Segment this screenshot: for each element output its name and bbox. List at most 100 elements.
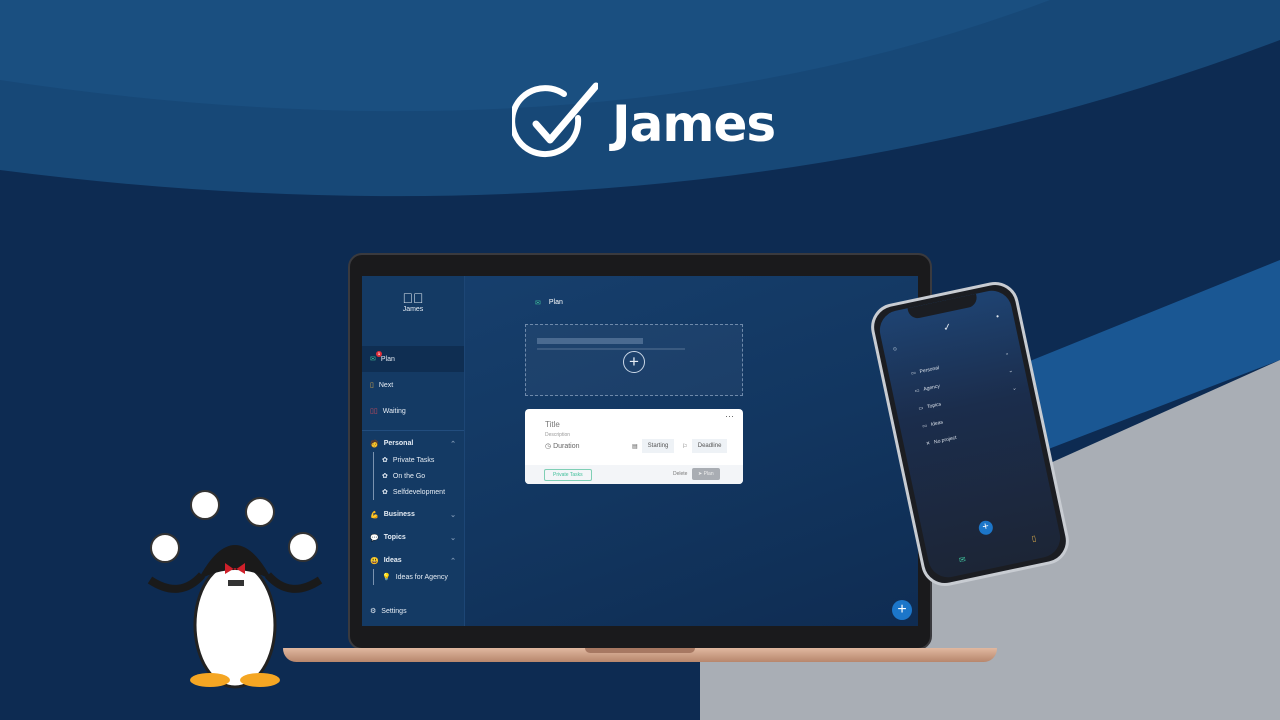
placeholder-bar	[537, 348, 685, 350]
project-private-tasks[interactable]: ✿ Private Tasks	[382, 452, 464, 468]
project-ideas-for-agency[interactable]: 💡 Ideas for Agency	[382, 569, 464, 585]
flag-icon: ⚐	[682, 443, 688, 450]
group-personal[interactable]: 🧑 Personal ⌃	[362, 435, 464, 452]
label: Ideas for Agency	[395, 573, 448, 581]
laptop-notch	[585, 648, 695, 653]
clipboard-icon[interactable]: ▯	[1031, 534, 1037, 544]
badge: 1	[376, 351, 382, 357]
laptop-screen: ✓⃝ James ✉ 1 Plan ▯ Next ▯▯ Waiting 🧑 Person…	[362, 276, 918, 626]
duration-field[interactable]: ◷ Duration	[545, 442, 580, 450]
main-panel: ✉ Plan + ··· Title Description ◷ Duration…	[465, 276, 918, 626]
sidebar-brand-name: James	[402, 306, 424, 313]
deadline-button[interactable]: Deadline	[691, 439, 728, 453]
add-icon[interactable]: +	[623, 351, 645, 373]
pause-icon: ▯▯	[370, 408, 378, 415]
sidebar-settings[interactable]: ⚙ Settings	[362, 598, 415, 624]
label: Waiting	[382, 407, 406, 415]
date-fields: ▤ Starting ⚐ Deadline	[632, 439, 728, 453]
gear-icon[interactable]: ⚙	[892, 346, 898, 353]
label: Selfdevelopment	[392, 488, 446, 496]
chevron-down-icon: ⌄	[450, 511, 456, 519]
group-business[interactable]: 💪 Business ⌄	[362, 506, 464, 523]
smiley-icon: 😃	[370, 557, 379, 565]
plan-button[interactable]: ➤ Plan	[692, 468, 720, 480]
add-button[interactable]: +	[892, 600, 912, 620]
title-field[interactable]: Title	[545, 420, 560, 429]
speech-bubble-icon: 💬	[370, 534, 379, 542]
card-footer: Private Tasks Delete ➤ Plan	[525, 465, 743, 484]
folder-icon: ▭	[910, 369, 917, 377]
project-tag[interactable]: Private Tasks	[544, 469, 592, 481]
chevron-down-icon: ⌄	[450, 534, 456, 542]
check-circle-icon	[512, 82, 598, 158]
label: Ideas	[930, 419, 944, 428]
group-topics[interactable]: 💬 Topics ⌄	[362, 529, 464, 546]
sidebar: ✓⃝ James ✉ 1 Plan ▯ Next ▯▯ Waiting 🧑 Person…	[362, 276, 465, 626]
project-list: ▭ Personal ⌄ ▭ Agency ⌄ ▭ Topics ⌄ ▭ Ideas ✕ No …	[909, 344, 1026, 453]
inbox-icon[interactable]: ✉	[958, 555, 966, 565]
label: On the Go	[392, 472, 426, 480]
chevron-up-icon: ⌃	[450, 557, 456, 565]
label: Private Tasks	[392, 456, 435, 464]
group-ideas[interactable]: 😃 Ideas ⌃	[362, 552, 464, 569]
clipboard-icon: ▯	[370, 382, 374, 389]
label: Agency	[922, 383, 941, 393]
muscle-icon: 💪	[370, 511, 379, 519]
label: Next	[378, 381, 394, 389]
sidebar-item-waiting[interactable]: ▯▯ Waiting	[362, 398, 464, 424]
sidebar-item-plan[interactable]: ✉ 1 Plan	[362, 346, 464, 372]
label: Business	[383, 511, 415, 518]
placeholder-bar	[537, 338, 643, 344]
label: Plan	[380, 355, 395, 363]
label: Plan	[703, 471, 714, 477]
phone-notch	[907, 293, 979, 320]
project-icon: ✿	[382, 457, 388, 464]
label: Duration	[553, 443, 580, 450]
check-icon: ✓⃝	[402, 290, 424, 306]
description-field[interactable]: Description	[545, 432, 570, 438]
starting-button[interactable]: Starting	[641, 439, 675, 453]
label: No project	[933, 434, 958, 446]
label: Topics	[383, 534, 406, 541]
task-card: ··· Title Description ◷ Duration ▤ Starti…	[525, 409, 743, 484]
label: Personal	[919, 365, 940, 376]
label: Personal	[383, 440, 414, 447]
chevron-up-icon: ⌃	[450, 440, 456, 448]
label: Topics	[926, 401, 942, 411]
calendar-icon: ▤	[632, 443, 638, 450]
folder-icon: ▭	[921, 422, 928, 430]
more-icon[interactable]: ···	[725, 411, 734, 421]
folder-icon: ▭	[918, 405, 924, 413]
chevron-down-icon: ⌄	[1004, 350, 1010, 357]
group-children: ✿ Private Tasks ✿ On the Go ✿ Selfdevelopme…	[373, 452, 464, 500]
group-children: 💡 Ideas for Agency	[373, 569, 464, 585]
sidebar-brand: ✓⃝ James	[362, 276, 464, 346]
project-selfdevelopment[interactable]: ✿ Selfdevelopment	[382, 484, 464, 500]
brand-name: James	[612, 95, 776, 153]
check-icon: ✓	[942, 321, 953, 335]
project-icon: ✿	[382, 473, 388, 480]
label: Ideas	[383, 557, 402, 564]
label: Settings	[381, 607, 407, 615]
sidebar-item-next[interactable]: ▯ Next	[362, 372, 464, 398]
laptop: ✓⃝ James ✉ 1 Plan ▯ Next ▯▯ Waiting 🧑 Person…	[348, 253, 932, 650]
penguin-mascot	[147, 490, 323, 689]
chevron-down-icon: ⌄	[1011, 385, 1018, 393]
project-on-the-go[interactable]: ✿ On the Go	[382, 468, 464, 484]
project-icon: ✿	[382, 489, 388, 496]
bulb-icon: 💡	[382, 574, 391, 581]
gear-icon: ⚙	[370, 608, 377, 615]
inbox-icon: ✉ 1	[370, 351, 382, 363]
close-icon: ✕	[925, 440, 931, 448]
divider	[362, 430, 464, 431]
add-task-dropzone[interactable]: +	[525, 324, 743, 396]
add-button[interactable]: +	[977, 519, 995, 537]
page-title: Plan	[548, 299, 563, 306]
delete-button[interactable]: Delete	[673, 471, 687, 477]
chevron-down-icon: ⌄	[1008, 367, 1014, 375]
page-header: ✉ Plan	[535, 299, 563, 307]
face-icon: 🧑	[370, 440, 379, 448]
folder-icon: ▭	[914, 387, 921, 395]
inbox-icon: ✉	[535, 300, 541, 307]
brand-logo: James	[512, 82, 776, 166]
